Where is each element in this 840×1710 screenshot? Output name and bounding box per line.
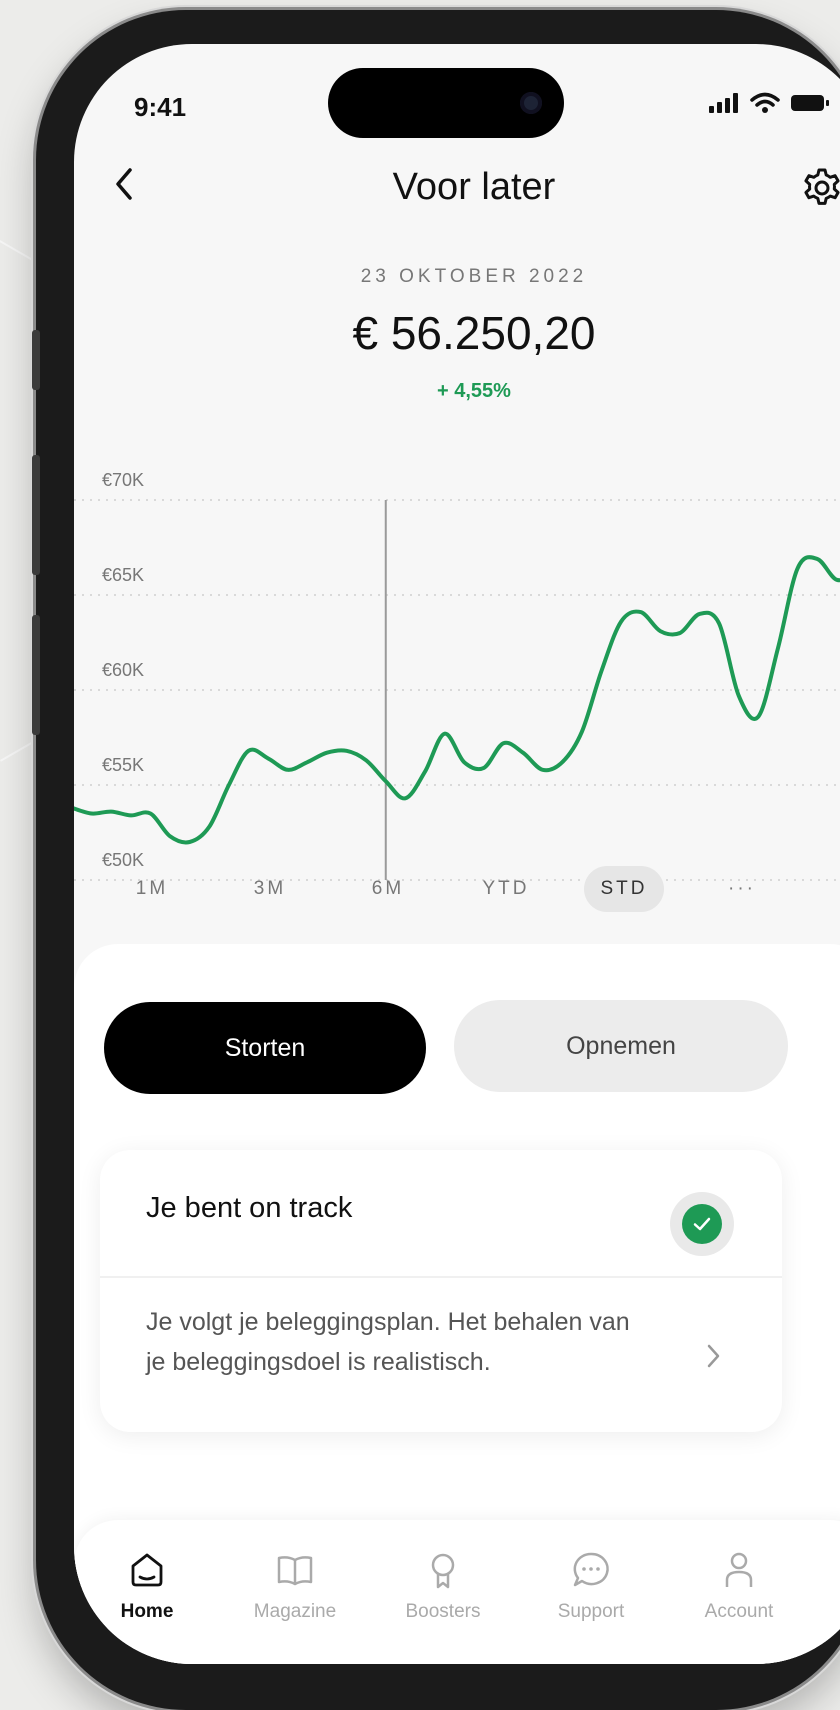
more-icon: ···	[728, 878, 756, 899]
range-label: 1M	[135, 878, 169, 899]
tab-label: Home	[120, 1601, 174, 1622]
wifi-icon	[750, 92, 780, 113]
balance-value: € 56.250,20	[352, 307, 596, 359]
app-screen: 9:41 Voor later 23 OKTOBER 2022 € 56.250…	[74, 44, 840, 1664]
tab-home[interactable]: Home	[82, 1550, 212, 1623]
deposit-button[interactable]: Storten	[104, 1002, 426, 1094]
settings-button[interactable]	[800, 166, 840, 215]
tab-account[interactable]: Account	[674, 1550, 804, 1623]
range-std[interactable]: STD	[584, 866, 664, 912]
divider	[100, 1276, 782, 1278]
tab-label: Magazine	[253, 1601, 337, 1622]
tab-label: Account	[704, 1601, 774, 1622]
range-label: STD	[600, 878, 648, 899]
portfolio-chart[interactable]: €70K€65K€60K€55K€50K	[74, 424, 840, 884]
range-6m[interactable]: 6M	[348, 866, 428, 912]
balance-date: 23 OKTOBER 2022	[360, 266, 588, 287]
battery-icon	[791, 95, 829, 111]
status-card[interactable]: Je bent on track Je volgt je beleggingsp…	[100, 1150, 782, 1432]
y-tick-label: €60K	[102, 660, 144, 680]
tab-magazine[interactable]: Magazine	[230, 1550, 360, 1623]
y-tick-label: €65K	[102, 565, 144, 585]
book-icon	[277, 1556, 313, 1586]
home-icon	[131, 1553, 163, 1587]
award-icon	[431, 1553, 455, 1589]
status-time: 9:41	[134, 92, 187, 122]
dynamic-island	[328, 68, 564, 138]
range-label: YTD	[482, 878, 530, 899]
status-bar: 9:41	[74, 44, 840, 154]
gear-icon	[804, 168, 840, 205]
tab-boosters[interactable]: Boosters	[378, 1550, 508, 1623]
range-3m[interactable]: 3M	[230, 866, 310, 912]
tab-bar: Home Magazine Boosters Support Account	[74, 1520, 840, 1664]
chat-icon	[573, 1552, 609, 1587]
range-label: 6M	[371, 878, 405, 899]
status-icons	[708, 92, 830, 114]
range-ytd[interactable]: YTD	[466, 866, 546, 912]
chevron-right-icon	[706, 1342, 722, 1378]
header: Voor later	[74, 154, 840, 234]
status-card-text: Je volgt je beleggingsplan. Het behalen …	[146, 1308, 630, 1376]
series-line	[74, 555, 840, 845]
signal-icon	[709, 93, 738, 113]
balance-change: + 4,55%	[437, 380, 511, 402]
tab-label: Support	[557, 1601, 625, 1622]
tab-support[interactable]: Support	[526, 1550, 656, 1623]
action-button	[32, 330, 40, 390]
y-tick-label: €55K	[102, 755, 144, 775]
range-selector: 1M 3M 6M YTD STD ···	[74, 866, 840, 916]
camera-icon	[520, 92, 542, 114]
volume-up-button	[32, 455, 40, 575]
range-label: 3M	[253, 878, 287, 899]
tab-label: Boosters	[405, 1601, 481, 1622]
withdraw-button[interactable]: Opnemen	[454, 1000, 788, 1092]
user-icon	[725, 1552, 753, 1587]
y-tick-label: €70K	[102, 470, 144, 490]
range-more[interactable]: ···	[702, 866, 782, 912]
check-icon	[693, 1217, 711, 1231]
page-title: Voor later	[392, 166, 556, 208]
status-card-title: Je bent on track	[146, 1192, 353, 1224]
range-1m[interactable]: 1M	[112, 866, 192, 912]
volume-down-button	[32, 615, 40, 735]
check-badge	[670, 1192, 734, 1256]
